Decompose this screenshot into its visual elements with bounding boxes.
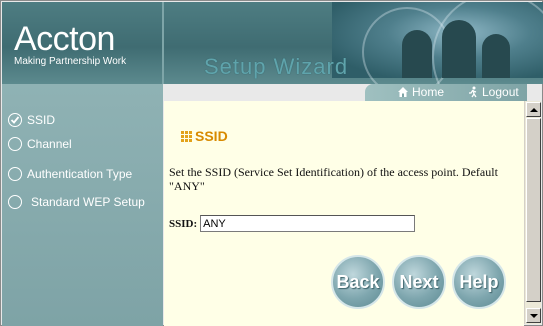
ssid-label: SSID: <box>169 217 198 230</box>
header-photo <box>332 2 543 84</box>
home-icon <box>398 87 408 97</box>
ssid-row: SSID: <box>169 215 416 232</box>
home-link[interactable]: Home <box>397 85 444 99</box>
header: Accton Making Partnership Work Setup Wiz… <box>2 2 543 84</box>
sidebar-step-channel[interactable]: Channel <box>8 137 72 151</box>
radio-icon <box>8 195 22 209</box>
next-button-label: Next <box>399 271 439 292</box>
main-content: SSID Set the SSID (Service Set Identific… <box>164 101 524 326</box>
section-title-text: SSID <box>195 128 228 144</box>
brand-logo: Accton Making Partnership Work <box>14 20 127 67</box>
scroll-up-button[interactable] <box>526 102 541 117</box>
arrow-down-icon <box>529 313 538 318</box>
logout-icon <box>469 86 477 98</box>
wizard-title: Setup Wizard <box>204 54 349 79</box>
radio-icon <box>8 167 22 181</box>
back-button[interactable]: Back <box>331 255 385 309</box>
sidebar-step-label: Standard WEP Setup <box>31 195 145 209</box>
top-nav: Home Logout <box>365 84 527 101</box>
scroll-thumb[interactable] <box>526 118 541 302</box>
home-label: Home <box>412 85 445 99</box>
scroll-down-button[interactable] <box>526 308 541 323</box>
help-button[interactable]: Help <box>452 255 506 309</box>
sidebar-step-standard-wep-setup[interactable]: Standard WEP Setup <box>8 195 145 209</box>
ssid-input[interactable] <box>200 215 416 232</box>
sidebar: SSID Channel Authentication Type Standar… <box>2 84 163 326</box>
header-divider <box>162 2 164 84</box>
sidebar-step-label: Authentication Type <box>27 167 133 181</box>
logout-label: Logout <box>482 85 519 99</box>
sidebar-step-label: Channel <box>27 137 72 151</box>
brand-tagline: Making Partnership Work <box>14 56 127 67</box>
section-title: SSID <box>181 128 228 144</box>
arrow-up-icon <box>529 107 538 112</box>
grid-bullet-icon <box>181 131 192 142</box>
sidebar-step-label: SSID <box>27 113 56 127</box>
radio-icon <box>8 137 22 151</box>
next-button[interactable]: Next <box>392 255 446 309</box>
vertical-scrollbar[interactable] <box>524 101 541 324</box>
ssid-description: Set the SSID (Service Set Identification… <box>169 165 498 193</box>
brand-name: Accton <box>14 20 115 58</box>
back-button-label: Back <box>336 271 380 292</box>
logout-link[interactable]: Logout <box>467 85 519 99</box>
sidebar-step-ssid[interactable]: SSID <box>8 113 55 127</box>
radio-checked-icon <box>8 113 22 127</box>
window-frame: Accton Making Partnership Work Setup Wiz… <box>0 0 543 326</box>
help-button-label: Help <box>459 271 499 292</box>
sidebar-step-authentication-type[interactable]: Authentication Type <box>8 167 132 181</box>
